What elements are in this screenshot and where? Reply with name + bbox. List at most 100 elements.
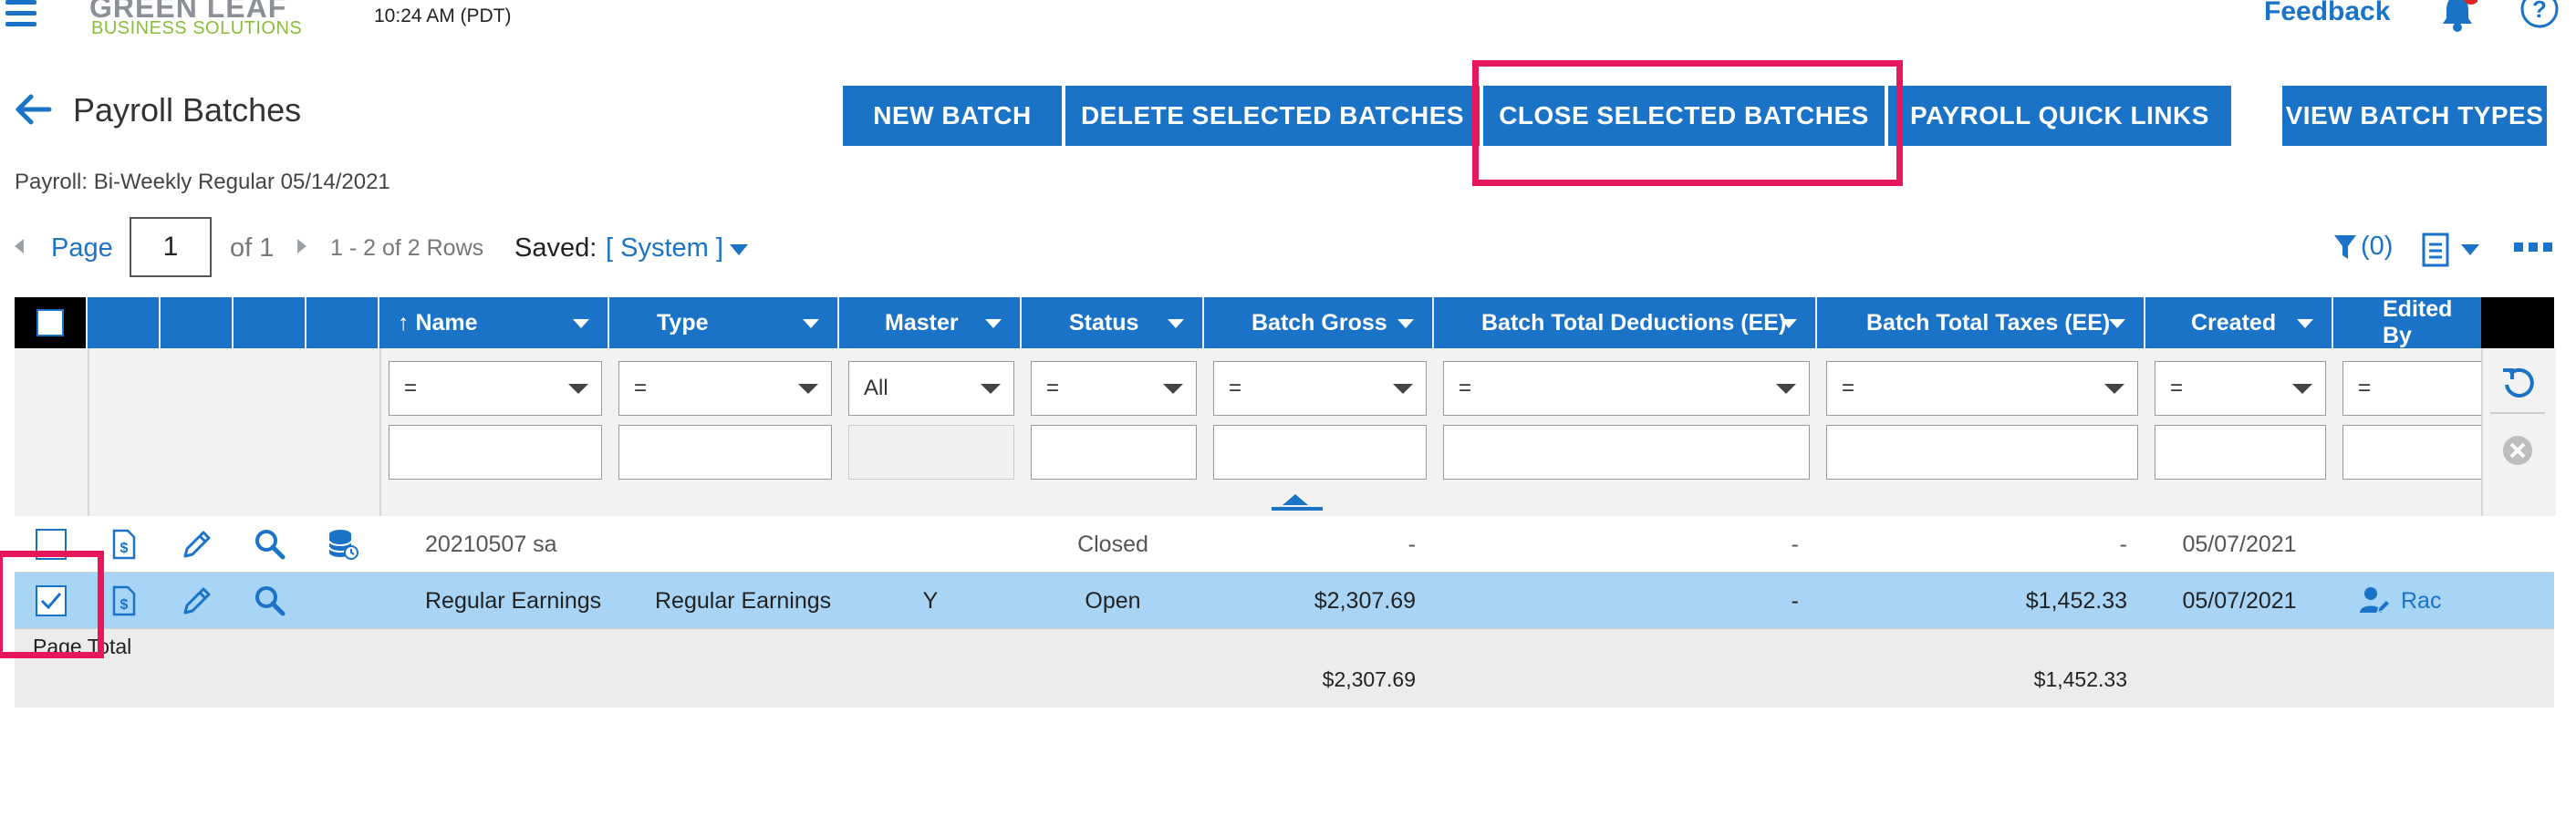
filter-input-status[interactable] [1031, 425, 1197, 480]
filter-operator-gross-value: = [1229, 376, 1242, 400]
select-all-checkbox[interactable] [36, 309, 64, 336]
filter-operator-status[interactable]: = [1031, 361, 1197, 416]
page-label: Page [51, 233, 113, 263]
column-header-taxes-label: Batch Total Taxes (EE) [1866, 309, 2111, 336]
menu-icon[interactable] [0, 0, 40, 31]
filter-operator-edited-by[interactable]: = [2342, 361, 2481, 416]
column-header-deductions[interactable]: Batch Total Deductions (EE) [1434, 297, 1817, 348]
filter-input-name[interactable] [389, 425, 602, 480]
saved-view-select[interactable]: [ System ] [606, 233, 723, 264]
svg-text:$: $ [120, 541, 129, 556]
payroll-subtitle: Payroll: Bi-Weekly Regular 05/14/2021 [15, 170, 390, 194]
collapse-filters-bar [1272, 507, 1323, 511]
filter-input-master [848, 425, 1014, 480]
magnifier-icon[interactable] [234, 516, 306, 573]
column-divider [88, 348, 89, 516]
filter-input-gross[interactable] [1213, 425, 1427, 480]
column-header-master-label: Master [885, 309, 959, 336]
batches-grid: ↑ Name Type Master Status Batch Gross Ba… [15, 296, 2556, 708]
column-header-taxes[interactable]: Batch Total Taxes (EE) [1817, 297, 2145, 348]
page-title: Payroll Batches [73, 91, 302, 129]
page-total-row: Page Total $2,307.69 $1,452.33 [15, 629, 2554, 708]
export-chevron-icon[interactable] [2461, 244, 2479, 255]
filter-input-deductions[interactable] [1443, 425, 1810, 480]
filter-input-edited-by[interactable] [2342, 425, 2481, 480]
filter-operator-deductions[interactable]: = [1443, 361, 1810, 416]
cell-taxes: $1,452.33 [2025, 587, 2127, 614]
column-header-edited-by[interactable]: Edited By [2333, 296, 2481, 348]
grid-corner-header [2481, 297, 2554, 348]
filter-input-created[interactable] [2155, 425, 2326, 480]
clear-icon[interactable] [2501, 434, 2534, 467]
previous-page-icon[interactable] [15, 239, 24, 253]
cell-taxes: - [2119, 531, 2127, 557]
filter-operator-master[interactable]: All [848, 361, 1014, 416]
column-header-status-label: Status [1069, 309, 1139, 336]
rows-info: 1 - 2 of 2 Rows [330, 235, 484, 261]
cell-gross: - [1407, 531, 1416, 557]
delete-selected-batches-button[interactable]: DELETE SELECTED BATCHES [1065, 86, 1480, 146]
column-header-status[interactable]: Status [1022, 297, 1204, 348]
cell-master: Y [922, 587, 939, 614]
filter-input-type[interactable] [618, 425, 832, 480]
column-header-created[interactable]: Created [2145, 297, 2333, 348]
cell-created: 05/07/2021 [2182, 531, 2297, 557]
page-number-input[interactable] [130, 217, 212, 277]
action-col-header [306, 297, 379, 348]
new-batch-button[interactable]: NEW BATCH [843, 86, 1062, 146]
pencil-icon[interactable] [161, 516, 234, 573]
cell-name: 20210507 sa [425, 531, 557, 557]
chevron-down-icon[interactable] [730, 244, 748, 255]
database-icon[interactable] [306, 516, 379, 573]
magnifier-icon[interactable] [234, 573, 306, 629]
select-all-header [15, 297, 88, 348]
action-col-header [234, 297, 306, 348]
filter-operator-created-value: = [2170, 376, 2184, 400]
more-icon[interactable] [2514, 243, 2552, 253]
column-header-created-label: Created [2191, 309, 2277, 336]
column-header-type-label: Type [657, 309, 709, 336]
filter-operator-type[interactable]: = [618, 361, 832, 416]
filter-icon[interactable] [2333, 233, 2357, 261]
filter-count[interactable]: (0) [2361, 232, 2393, 262]
saved-label: Saved: [514, 233, 597, 263]
filter-operator-created[interactable]: = [2155, 361, 2326, 416]
column-divider [379, 348, 381, 516]
cell-created: 05/07/2021 [2182, 587, 2297, 614]
column-header-master[interactable]: Master [839, 297, 1022, 348]
filter-operator-taxes-value: = [1842, 376, 1855, 400]
cell-deductions: - [1791, 531, 1799, 557]
column-header-batch-gross[interactable]: Batch Gross [1204, 297, 1434, 348]
column-header-name[interactable]: ↑ Name [379, 297, 609, 348]
refresh-icon[interactable] [2499, 365, 2536, 401]
empty-action-cell [306, 573, 379, 629]
table-row[interactable]: $ 20210507 sa Closed - - - 05/07/2021 [15, 516, 2554, 573]
view-batch-types-button[interactable]: VIEW BATCH TYPES [2282, 86, 2547, 146]
panel-divider [2490, 412, 2545, 414]
filter-operator-gross[interactable]: = [1213, 361, 1427, 416]
cell-deductions: - [1791, 587, 1799, 614]
edited-by-name[interactable]: Rac [2401, 588, 2441, 615]
help-icon[interactable]: ? [2519, 0, 2560, 29]
svg-text:$: $ [120, 597, 129, 613]
highlight-box-selected-checkbox [0, 551, 104, 658]
collapse-filters-icon[interactable] [1283, 494, 1308, 505]
action-col-header [88, 297, 161, 348]
back-arrow-icon[interactable] [13, 91, 55, 128]
filter-input-taxes[interactable] [1826, 425, 2138, 480]
next-page-icon[interactable] [297, 239, 306, 253]
pencil-icon[interactable] [161, 573, 234, 629]
table-row-selected[interactable]: $ Regular Earnings Regular Earnings Y Op… [15, 573, 2554, 629]
export-icon[interactable] [2421, 232, 2452, 268]
user-edit-icon [2360, 587, 2390, 615]
feedback-link[interactable]: Feedback [2264, 0, 2390, 27]
filter-operator-taxes[interactable]: = [1826, 361, 2138, 416]
column-header-type[interactable]: Type [609, 297, 839, 348]
payroll-quick-links-button[interactable]: PAYROLL QUICK LINKS [1888, 86, 2231, 146]
bell-icon[interactable] [2437, 0, 2479, 33]
filter-operator-name[interactable]: = [389, 361, 602, 416]
filter-operator-deductions-value: = [1459, 376, 1472, 400]
page-total-taxes: $1,452.33 [2033, 667, 2127, 691]
cell-edited-by [2333, 516, 2481, 573]
column-header-batch-gross-label: Batch Gross [1252, 309, 1387, 336]
